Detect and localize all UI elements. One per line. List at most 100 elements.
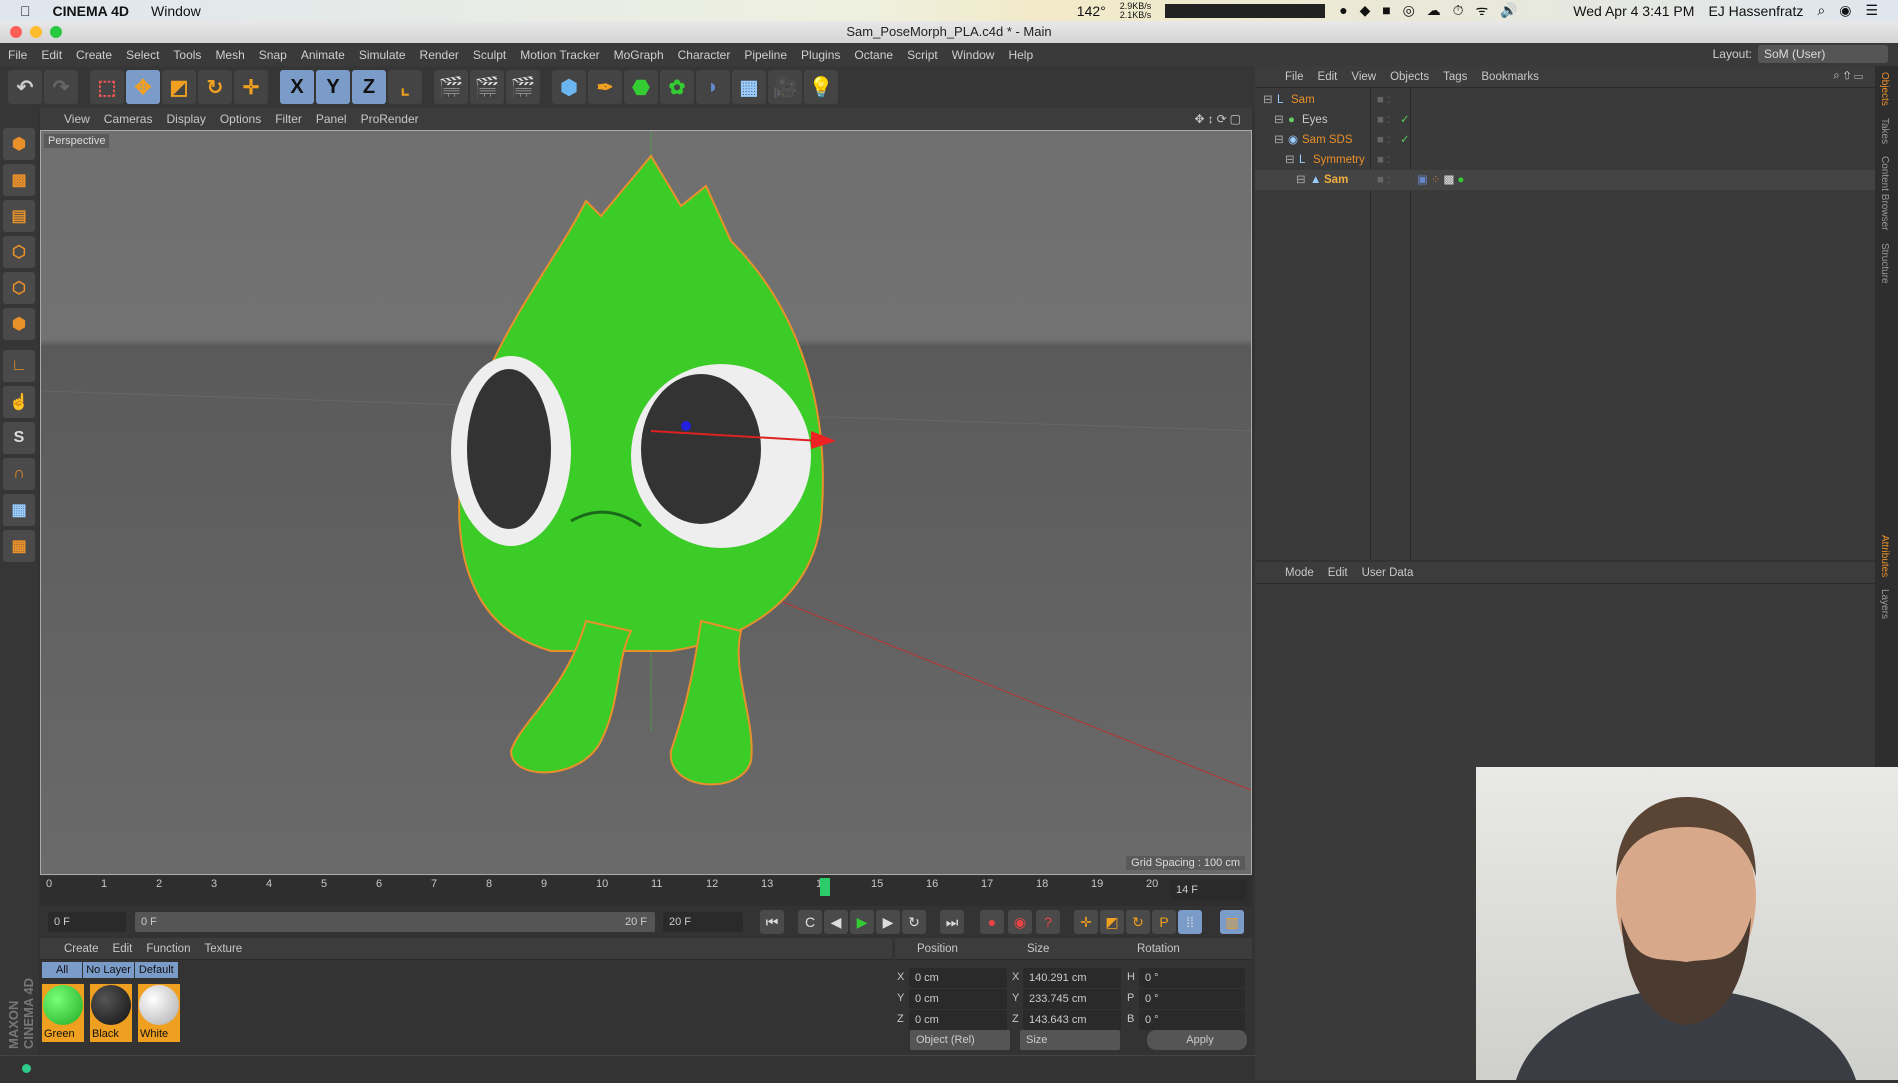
filter-default[interactable]: Default (134, 962, 178, 978)
keyframe-selection-icon[interactable]: ? (1036, 910, 1060, 934)
siri-icon[interactable]: ◉ (1839, 2, 1851, 19)
range-slider[interactable]: 0 F 20 F (135, 912, 655, 932)
viewport-menu-panel[interactable]: Panel (316, 112, 347, 126)
magnet-icon[interactable]: ∩ (3, 458, 35, 490)
object-menu-edit[interactable]: Edit (1318, 71, 1338, 83)
undo-icon[interactable]: ↶ (8, 70, 42, 104)
coord-size-field[interactable]: 143.643 cm (1023, 1010, 1121, 1030)
viewport-menu-display[interactable]: Display (166, 112, 205, 126)
coord-pos-field[interactable]: 0 cm (909, 1010, 1007, 1030)
coord-mode-select[interactable]: Object (Rel) (910, 1030, 1010, 1050)
object-name[interactable]: Sam SDS (1302, 130, 1353, 150)
make-editable-icon[interactable]: ⬢ (3, 128, 35, 160)
edges-mode-icon[interactable]: ⬡ (3, 272, 35, 304)
tab-takes[interactable]: Takes (1875, 112, 1894, 150)
cube-icon[interactable]: ⬢ (552, 70, 586, 104)
floor-icon[interactable]: ▦ (732, 70, 766, 104)
expand-icon[interactable]: ⊟ (1263, 90, 1273, 110)
expand-icon[interactable]: ⊟ (1285, 150, 1295, 170)
menu-sculpt[interactable]: Sculpt (473, 48, 506, 62)
object-menu-objects[interactable]: Objects (1390, 71, 1429, 83)
menu-octane[interactable]: Octane (854, 48, 893, 62)
timeline[interactable]: 01234567891011121314151617181920 14 F (40, 876, 1252, 906)
prev-frame-icon[interactable]: ◀ (824, 910, 848, 934)
apply-button[interactable]: Apply (1147, 1030, 1247, 1050)
tweak-icon[interactable]: ☝ (3, 386, 35, 418)
expand-icon[interactable]: ⊟ (1274, 130, 1284, 150)
expand-icon[interactable]: ⊟ (1296, 170, 1306, 190)
zoom-button[interactable] (50, 26, 62, 38)
viewport-menu-options[interactable]: Options (220, 112, 261, 126)
workplane-icon[interactable]: ▤ (3, 200, 35, 232)
object-menu-tags[interactable]: Tags (1443, 71, 1467, 83)
visibility-toggle[interactable]: ■ : (1377, 150, 1390, 170)
axis-mode-icon[interactable]: ∟ (3, 350, 35, 382)
menu-mograph[interactable]: MoGraph (614, 48, 664, 62)
material-menu-function[interactable]: Function (146, 943, 190, 955)
visibility-toggle[interactable]: ■ : (1377, 130, 1390, 150)
tab-objects[interactable]: Objects (1875, 66, 1894, 112)
material-white[interactable]: White (138, 984, 180, 1042)
notification-icon[interactable]: ☰ (1865, 2, 1878, 19)
filter-no-layer[interactable]: No Layer (83, 962, 134, 978)
object-menu-view[interactable]: View (1351, 71, 1376, 83)
layout-select[interactable]: SoM (User) (1758, 45, 1888, 63)
size-mode-select[interactable]: Size (1020, 1030, 1120, 1050)
object-row[interactable]: ⊟ L Symmetry ■ : (1255, 150, 1875, 170)
object-name[interactable]: Eyes (1302, 110, 1328, 130)
scheme-icon[interactable]: ▥ (1220, 910, 1244, 934)
material-menu-edit[interactable]: Edit (113, 943, 133, 955)
tab-content-browser[interactable]: Content Browser (1875, 150, 1894, 236)
redo-icon[interactable]: ↷ (44, 70, 78, 104)
grid-icon[interactable]: ▦ (3, 494, 35, 526)
end-frame-field[interactable]: 20 F (663, 912, 743, 932)
object-row[interactable]: ⊟ ● Eyes ■ : ✓ (1255, 110, 1875, 130)
next-key-icon[interactable]: ↻ (902, 910, 926, 934)
tray-icons[interactable]: ● ◆ ■ ◎ ☁ ⏱ ᯤ 🔊 (1339, 1, 1559, 20)
points-mode-icon[interactable]: ⬡ (3, 236, 35, 268)
z-axis-button[interactable]: Z (352, 70, 386, 104)
subdivision-icon[interactable]: ⬣ (624, 70, 658, 104)
attr-menu-edit[interactable]: Edit (1328, 567, 1348, 579)
go-to-start-icon[interactable]: ⏮ (760, 910, 784, 934)
key-rotation-icon[interactable]: ↻ (1126, 910, 1150, 934)
render-settings-icon[interactable]: 🎬 (506, 70, 540, 104)
key-scale-icon[interactable]: ◩ (1100, 910, 1124, 934)
material-black[interactable]: Black (90, 984, 132, 1042)
go-to-end-icon[interactable]: ⏭ (940, 910, 964, 934)
render-view-icon[interactable]: 🎬 (434, 70, 468, 104)
move-icon[interactable]: ✥ (126, 70, 160, 104)
x-axis-button[interactable]: X (280, 70, 314, 104)
app-menu[interactable]: CINEMA 4D (53, 3, 130, 19)
close-button[interactable] (10, 26, 22, 38)
coordinate-system-icon[interactable]: ⌞ (388, 70, 422, 104)
object-search-icon[interactable]: ⌕⇧▭ (1833, 70, 1867, 83)
object-row[interactable]: ⊟ L Sam ■ : (1255, 90, 1875, 110)
viewport-nav-icons[interactable]: ✥↕⟳▢ (1195, 112, 1244, 126)
transform-icon[interactable]: ✛ (234, 70, 268, 104)
camera-icon[interactable]: 🎥 (768, 70, 802, 104)
rotate-icon[interactable]: ↻ (198, 70, 232, 104)
viewport-menu-view[interactable]: View (64, 112, 90, 126)
menu-snap[interactable]: Snap (259, 48, 287, 62)
tab-layers[interactable]: Layers (1875, 583, 1894, 625)
object-name[interactable]: Sam (1324, 170, 1348, 190)
viewport-menu-cameras[interactable]: Cameras (104, 112, 153, 126)
visibility-toggle[interactable]: ■ : (1377, 110, 1390, 130)
user-menu[interactable]: EJ Hassenfratz (1708, 3, 1803, 19)
coord-size-field[interactable]: 233.745 cm (1023, 989, 1121, 1009)
attr-menu-mode[interactable]: Mode (1285, 567, 1314, 579)
autokey-icon[interactable]: ◉ (1008, 910, 1032, 934)
menu-tools[interactable]: Tools (173, 48, 201, 62)
menu-simulate[interactable]: Simulate (359, 48, 406, 62)
material-menu-texture[interactable]: Texture (204, 943, 242, 955)
locked-workplane-icon[interactable]: ▦ (3, 530, 35, 562)
menu-render[interactable]: Render (420, 48, 459, 62)
menu-select[interactable]: Select (126, 48, 159, 62)
coord-rot-field[interactable]: 0 ° (1139, 1010, 1245, 1030)
tab-attributes[interactable]: Attributes (1875, 529, 1894, 583)
next-frame-icon[interactable]: ▶ (876, 910, 900, 934)
minimize-button[interactable] (30, 26, 42, 38)
polygons-mode-icon[interactable]: ⬢ (3, 308, 35, 340)
menu-mesh[interactable]: Mesh (215, 48, 244, 62)
